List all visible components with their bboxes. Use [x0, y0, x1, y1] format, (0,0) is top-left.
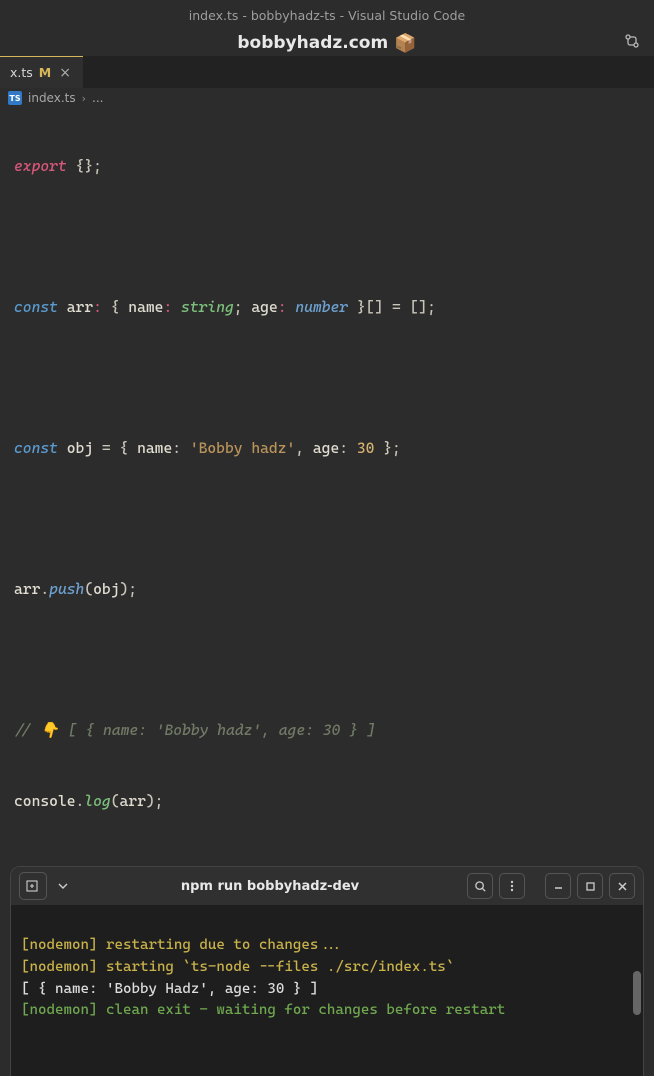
terminal-title: npm run bobbyhadz-dev	[79, 879, 461, 894]
close-button[interactable]	[609, 873, 635, 899]
terminal-line: [ { name: 'Bobby Hadz', age: 30 } ]	[21, 981, 318, 997]
terminal-line: [nodemon] starting `ts-node --files ./sr…	[21, 959, 454, 975]
scrollbar-thumb[interactable]	[633, 971, 641, 1015]
terminal-header: npm run bobbyhadz-dev	[11, 867, 643, 905]
code-line	[14, 643, 640, 678]
code-line: const obj = { name: 'Bobby hadz', age: 3…	[14, 431, 640, 466]
window-title: index.ts - bobbyhadz-ts - Visual Studio …	[189, 8, 465, 23]
package-icon: 📦	[394, 33, 416, 54]
tab-index-ts[interactable]: x.ts M ×	[0, 56, 83, 88]
code-line: export {};	[14, 149, 640, 184]
terminal-line: [nodemon] restarting due to changes...	[21, 937, 344, 953]
banner: bobbyhadz.com 📦	[0, 30, 654, 56]
code-line	[14, 361, 640, 396]
minimize-button[interactable]	[545, 873, 571, 899]
breadcrumb-file: index.ts	[28, 91, 76, 105]
terminal-panel: npm run bobbyhadz-dev [nodemon] restarti…	[10, 866, 644, 1076]
code-editor[interactable]: export {}; const arr: { name: string; ag…	[0, 108, 654, 860]
tab-filename: x.ts	[10, 65, 33, 80]
code-line: const arr: { name: string; age: number }…	[14, 290, 640, 325]
menu-icon[interactable]	[499, 873, 525, 899]
terminal-line: [nodemon] clean exit - waiting for chang…	[21, 1002, 505, 1018]
typescript-icon: TS	[8, 91, 22, 105]
maximize-button[interactable]	[577, 873, 603, 899]
modified-indicator: M	[39, 65, 51, 80]
code-line: // 👇 [ { name: 'Bobby hadz', age: 30 } ]	[14, 713, 640, 748]
banner-text: bobbyhadz.com	[237, 33, 388, 53]
title-bar: index.ts - bobbyhadz-ts - Visual Studio …	[0, 0, 654, 30]
code-line	[14, 220, 640, 255]
tab-bar: x.ts M ×	[0, 56, 654, 88]
close-icon[interactable]: ×	[57, 66, 73, 80]
chevron-down-icon[interactable]	[53, 872, 73, 900]
terminal-output[interactable]: [nodemon] restarting due to changes... […	[11, 905, 643, 1076]
code-line	[14, 502, 640, 537]
compare-icon[interactable]	[624, 33, 640, 54]
new-tab-button[interactable]	[19, 872, 47, 900]
breadcrumb-rest: ...	[92, 91, 103, 105]
breadcrumb[interactable]: TS index.ts › ...	[0, 88, 654, 108]
chevron-right-icon: ›	[82, 92, 86, 105]
code-line: console.log(arr);	[14, 784, 640, 819]
search-icon[interactable]	[467, 873, 493, 899]
code-line: arr.push(obj);	[14, 572, 640, 607]
